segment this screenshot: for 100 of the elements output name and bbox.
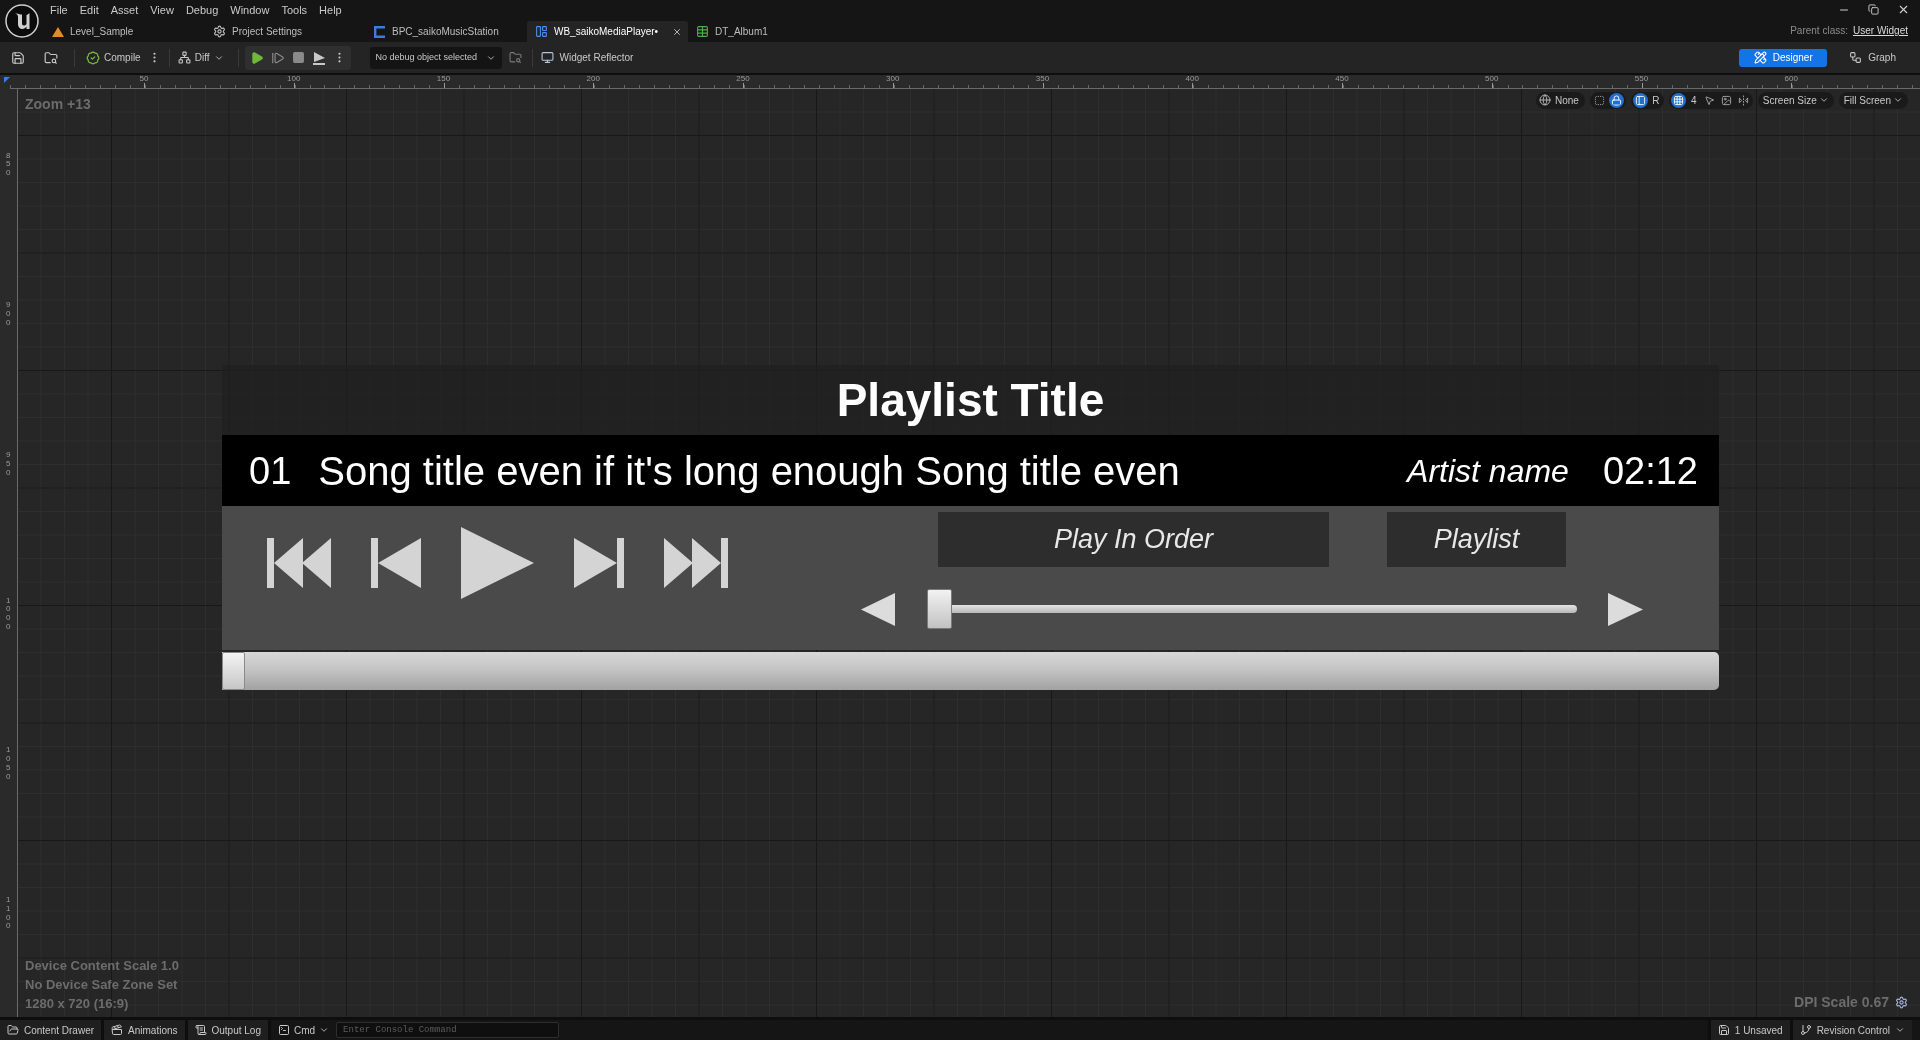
branch-icon [1799,1024,1812,1036]
ruler-label: 550 [1634,75,1649,83]
ruler-label: 1000 [6,596,11,632]
ruler-label: 150 [436,75,451,83]
ruler-label: 200 [586,75,600,83]
ruler-label: 350 [1035,75,1050,83]
skip-end-icon[interactable] [664,538,728,588]
close-icon[interactable] [672,26,682,37]
debug-object-dropdown[interactable]: No debug object selected [369,46,502,69]
ruler-label: 900 [6,301,11,328]
close-icon[interactable] [1897,3,1910,16]
play-icon[interactable] [249,50,264,65]
document-tab[interactable]: Project Settings [205,21,366,42]
console-input[interactable]: Enter Console Command [336,1022,560,1038]
skip-start-icon[interactable] [267,538,331,588]
device-info-text: No Device Safe Zone Set [25,976,179,994]
dropdown-button[interactable]: Fill Screen [1838,91,1908,109]
menu-item[interactable]: Debug [179,2,225,17]
folder-icon [7,1024,19,1036]
caret-icon [319,1025,330,1035]
widget-reflector-button[interactable]: Widget Reflector [536,46,638,69]
caret-icon [1893,95,1903,105]
graph-icon [1849,51,1863,64]
seek-bar-thumb[interactable] [222,652,245,690]
zoom-level: Zoom +13 [25,95,91,114]
globe-icon [1538,94,1551,106]
ruler-label: 950 [6,451,11,478]
save-icon [1717,1024,1730,1036]
logo-icon[interactable] [5,4,39,38]
device-info-text: Device Content Scale 1.0 [25,957,179,975]
ruler-label: 50 [139,75,149,83]
panel-icon[interactable] [1632,92,1648,108]
menu-item[interactable]: Window [224,2,276,17]
status-bar-button[interactable]: Revision Control [1789,1020,1912,1040]
menu-item[interactable]: Edit [73,2,105,17]
pencil-ruler-icon [1753,51,1767,64]
status-bar-button[interactable]: Animations [104,1020,188,1040]
dropdown-button[interactable]: Screen Size [1757,91,1834,109]
ruler-label: 1050 [6,746,11,782]
seek-bar-track[interactable] [222,652,1719,690]
left-triangle-icon[interactable] [861,592,895,626]
diff-button[interactable]: Diff [173,46,228,69]
menu-item[interactable]: Tools [275,2,314,17]
next-icon[interactable] [574,538,624,588]
previous-icon[interactable] [371,538,421,588]
toggle-button[interactable]: R [1649,92,1662,108]
grid-icon[interactable] [1670,92,1686,108]
play-order-button[interactable]: Play In Order [938,512,1329,567]
status-bar-button[interactable]: Content Drawer [0,1020,105,1040]
toggle-button[interactable]: 4 [1687,92,1700,108]
play-icon[interactable] [461,527,534,599]
stop-icon[interactable] [291,51,305,64]
play-line-icon[interactable] [311,50,326,65]
bracket-icon [374,25,386,38]
table-icon [696,25,709,38]
parent-class-label: Parent class: [1790,24,1848,38]
menu-item[interactable]: Help [313,2,348,17]
folder-search-icon[interactable] [44,50,58,65]
volume-slider-thumb[interactable] [927,589,952,629]
status-bar-button[interactable]: Output Log [187,1020,271,1040]
song-title: Song title even if it's long enough Song title even [318,450,1180,491]
compile-button[interactable]: Compile [82,46,145,69]
scroll-icon [194,1024,207,1036]
mode-button[interactable]: Designer [1739,48,1828,67]
menu-item[interactable]: View [144,2,180,17]
gear-icon [213,25,226,38]
ruler-label: 250 [736,75,750,83]
ruler-label: 1100 [6,896,11,932]
layout-icon [535,25,548,38]
menu-item[interactable]: File [44,2,74,17]
dpi-scale: DPI Scale 0.67 [1794,993,1889,1012]
terminal-icon [278,1024,290,1036]
clapperboard-icon [111,1024,124,1036]
track-number: 01 [249,451,292,490]
check-badge-icon [86,50,100,65]
restore-icon[interactable] [1868,4,1879,15]
document-tab[interactable]: WB_saikoMediaPlayer• [527,21,688,42]
parent-class-link[interactable]: User Widget [1853,23,1908,38]
document-tab[interactable]: DT_Album1 [688,21,849,42]
document-tab[interactable]: BPC_saikoMusicStation [366,21,527,42]
caret-icon [1818,95,1829,105]
ruler-label: 300 [886,75,900,83]
save-icon[interactable] [11,50,25,65]
mode-button[interactable]: Graph [1843,48,1902,67]
console-mode-dropdown[interactable]: Cmd [271,1020,337,1040]
monitor-icon [540,51,554,64]
localization-dropdown[interactable]: None [1535,91,1585,109]
caret-icon [1895,1025,1905,1035]
settings-icon[interactable] [1895,996,1908,1009]
ruler-label: 500 [1485,75,1499,83]
ruler-label: 400 [1185,75,1199,83]
step-icon[interactable] [270,50,285,65]
status-bar-button[interactable]: 1 Unsaved [1707,1020,1790,1040]
document-tab[interactable]: Level_Sample [44,21,205,42]
track-duration: 02:12 [1602,451,1698,490]
playlist-button[interactable]: Playlist [1387,512,1566,567]
lock-icon[interactable] [1608,92,1624,108]
ruler-label: 850 [6,151,11,179]
menu-item[interactable]: Asset [104,2,145,17]
right-triangle-icon[interactable] [1608,592,1643,626]
